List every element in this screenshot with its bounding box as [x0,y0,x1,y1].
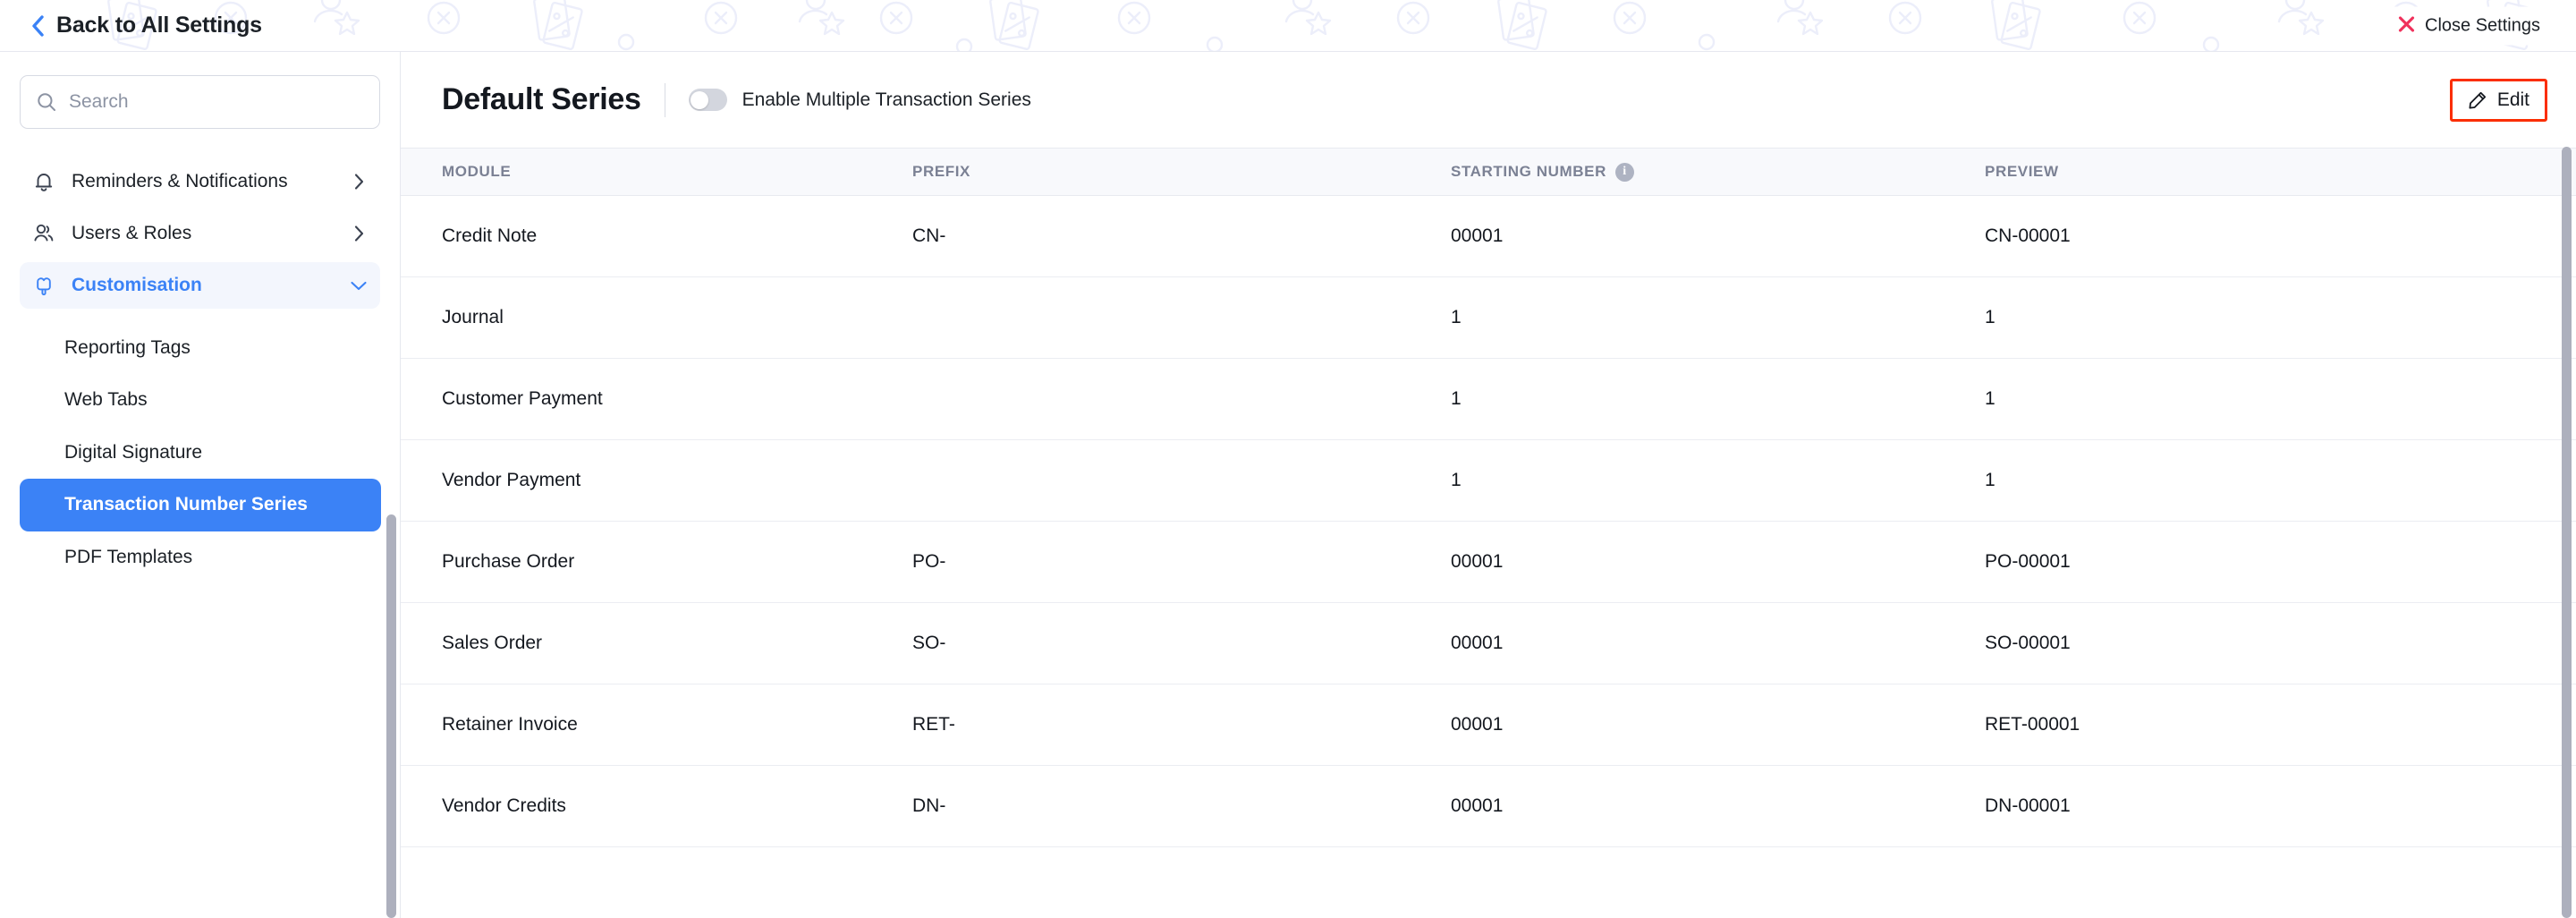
enable-multiple-series-toggle[interactable]: Enable Multiple Transaction Series [688,89,1031,111]
close-settings-label: Close Settings [2425,15,2540,35]
table-row[interactable]: Vendor Payment 1 1 [401,440,2576,522]
decorative-watermark-pattern [106,0,2538,51]
cell-module: Retainer Invoice [442,714,578,735]
column-header-prefix: PREFIX [912,163,971,180]
table-header-row: MODULE PREFIX STARTING NUMBER i PREVIEW [401,148,2576,196]
search-input[interactable] [69,91,363,113]
cell-prefix: CN- [912,225,946,246]
top-bar: Back to All Settings Close Settings [0,0,2576,52]
table-row[interactable]: Vendor Credits DN- 00001 DN-00001 [401,766,2576,847]
table-row[interactable]: Retainer Invoice RET- 00001 RET-00001 [401,684,2576,766]
settings-sidebar: Reminders & Notifications [0,52,401,918]
table-row[interactable]: Customer Payment 1 1 [401,359,2576,440]
cell-preview: CN-00001 [1985,225,2071,246]
chevron-left-icon [30,14,45,38]
back-to-all-settings-label: Back to All Settings [56,13,262,38]
sidebar-item-reminders-notifications[interactable]: Reminders & Notifications [0,156,400,208]
edit-button[interactable]: Edit [2449,78,2547,122]
column-header-starting-number-label: STARTING NUMBER [1451,163,1606,180]
sidebar-item-customisation[interactable]: Customisation [0,259,400,311]
edit-button-label: Edit [2496,89,2529,110]
chevron-right-icon [350,225,368,242]
close-settings-button[interactable]: Close Settings [2385,6,2553,45]
sidebar-item-users-roles[interactable]: Users & Roles [0,208,400,259]
table-row[interactable]: Sales Order SO- 00001 SO-00001 [401,603,2576,684]
table-row[interactable]: Purchase Order PO- 00001 PO-00001 [401,522,2576,603]
cell-module: Vendor Payment [442,470,581,490]
sidebar-nav: Reminders & Notifications Users & Roles … [0,156,400,583]
sidebar-item-pdf-templates[interactable]: PDF Templates [20,531,380,583]
cell-preview: PO-00001 [1985,551,2071,572]
page-body: Reminders & Notifications [0,52,2576,918]
cell-starting-number: 00001 [1451,551,1504,572]
cell-preview: RET-00001 [1985,714,2080,735]
transaction-series-table: MODULE PREFIX STARTING NUMBER i PREVIEW … [401,148,2576,847]
cell-starting-number: 00001 [1451,633,1504,653]
cell-preview: 1 [1985,470,1996,490]
main-scrollbar[interactable] [2562,147,2572,918]
main-content: Default Series Enable Multiple Transacti… [401,52,2576,918]
search-box[interactable] [20,75,380,129]
toggle-switch[interactable] [688,89,727,111]
table-row[interactable]: Credit Note CN- 00001 CN-00001 [401,196,2576,277]
main-header: Default Series Enable Multiple Transacti… [401,52,2576,148]
cell-starting-number: 1 [1451,388,1462,409]
cell-prefix: RET- [912,714,955,735]
info-icon[interactable]: i [1614,162,1634,182]
back-to-all-settings-link[interactable]: Back to All Settings [30,13,262,38]
users-icon [32,222,59,245]
cell-prefix: PO- [912,551,946,572]
cell-preview: 1 [1985,307,1996,327]
cell-preview: DN-00001 [1985,795,2071,816]
cell-starting-number: 1 [1451,470,1462,490]
sidebar-item-reporting-tags[interactable]: Reporting Tags [20,322,380,374]
sidebar-item-label: Users & Roles [72,222,192,243]
sidebar-item-transaction-number-series[interactable]: Transaction Number Series [20,479,381,531]
cell-starting-number: 00001 [1451,714,1504,735]
cell-module: Credit Note [442,225,538,246]
cell-starting-number: 1 [1451,307,1462,327]
sidebar-item-label: Reminders & Notifications [72,170,288,191]
column-header-preview: PREVIEW [1985,163,2059,180]
cell-starting-number: 00001 [1451,795,1504,816]
cell-preview: SO-00001 [1985,633,2071,653]
column-header-starting-number: STARTING NUMBER i [1451,162,1985,182]
sidebar-scrollbar[interactable] [386,514,396,918]
chevron-right-icon [350,173,368,191]
pencil-icon [2468,90,2487,110]
sidebar-item-digital-signature[interactable]: Digital Signature [20,427,380,479]
cell-prefix: DN- [912,795,946,816]
column-header-module: MODULE [442,163,512,180]
cell-starting-number: 00001 [1451,225,1504,246]
cell-preview: 1 [1985,388,1996,409]
cell-module: Customer Payment [442,388,603,409]
popsicle-icon [32,274,59,297]
page-title: Default Series [442,82,641,116]
toggle-label: Enable Multiple Transaction Series [741,89,1031,110]
bell-icon [32,170,59,193]
close-x-icon [2397,14,2416,37]
cell-module: Journal [442,307,504,327]
cell-prefix: SO- [912,633,946,653]
search-icon [37,92,56,112]
cell-module: Vendor Credits [442,795,566,816]
cell-module: Sales Order [442,633,543,653]
table-row[interactable]: Journal 1 1 [401,277,2576,359]
cell-module: Purchase Order [442,551,575,572]
sidebar-item-web-tabs[interactable]: Web Tabs [20,374,380,426]
sidebar-item-label: Customisation [72,274,202,295]
toggle-knob [691,90,709,109]
chevron-down-icon [350,280,368,292]
